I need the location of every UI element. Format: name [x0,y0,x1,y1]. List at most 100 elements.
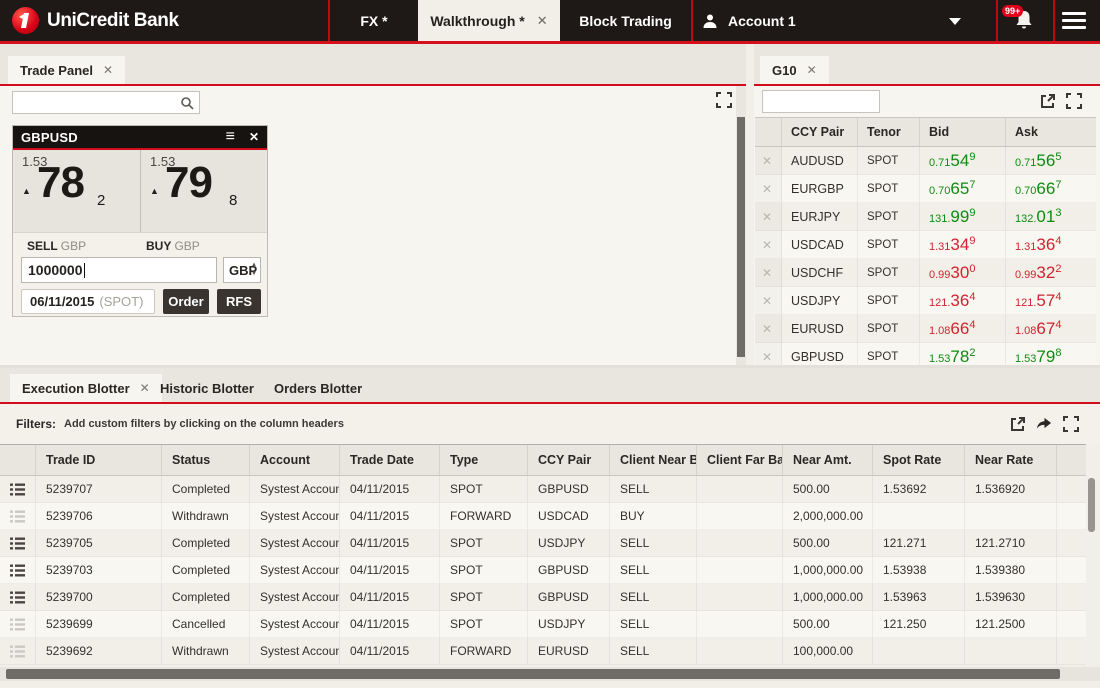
row-menu-icon[interactable] [10,510,25,523]
value-date-input[interactable]: 06/11/2015 (SPOT) [21,289,155,314]
topbar-tab-walkthrough[interactable]: Walkthrough * ✕ [418,0,560,41]
tab-orders-blotter[interactable]: Orders Blotter [262,374,374,402]
column-header-ask[interactable]: Ask [1006,118,1096,146]
blotter-vertical-scrollbar[interactable] [1086,476,1097,665]
tab-historic-blotter[interactable]: Historic Blotter [148,374,266,402]
remove-pair-button[interactable]: ✕ [755,343,782,365]
blotter-row[interactable]: 5239707 Completed Systest Account 04/11/201… [0,476,1086,503]
close-tab-icon[interactable]: ✕ [103,63,113,77]
blotter-column-header[interactable]: Type [440,445,528,475]
remove-pair-button[interactable]: ✕ [755,287,782,315]
ask-cell[interactable]: 0.71565 [1006,147,1096,175]
currency-selector[interactable]: GBP ▲ ▼ [223,257,261,283]
remove-pair-button[interactable]: ✕ [755,315,782,343]
row-menu-icon[interactable] [10,591,25,604]
row-menu-cell[interactable] [0,476,36,503]
blotter-column-header[interactable]: Client Near Base [610,445,697,475]
blotter-row[interactable]: 5239692 Withdrawn Systest Account 04/11/201… [0,638,1086,665]
blotter-column-header[interactable]: Spot Rate [873,445,965,475]
remove-pair-button[interactable]: ✕ [755,147,782,175]
row-menu-cell[interactable] [0,638,36,665]
blotter-horizontal-scrollbar[interactable] [0,667,1100,681]
blotter-row[interactable]: 5239703 Completed Systest Account 04/11/201… [0,557,1086,584]
blotter-column-header[interactable]: Trade Date [340,445,440,475]
tab-g10[interactable]: G10 ✕ [760,56,829,84]
scrollbar-thumb[interactable] [1088,478,1095,532]
trade-panel-search[interactable] [12,91,200,114]
ticket-menu-icon[interactable]: ≡ [226,129,235,145]
ticket-close-icon[interactable]: ✕ [249,130,259,144]
row-menu-icon[interactable] [10,645,25,658]
blotter-row[interactable]: 5239705 Completed Systest Account 04/11/201… [0,530,1086,557]
fullscreen-icon[interactable] [1066,93,1082,109]
share-icon[interactable] [1036,415,1052,431]
blotter-column-header[interactable]: Status [162,445,250,475]
fullscreen-icon[interactable] [716,92,732,108]
sell-price-tile[interactable]: 1.53 ▲ 78 2 [13,150,140,232]
blotter-row[interactable]: 5239706 Withdrawn Systest Account 04/11/201… [0,503,1086,530]
main-menu-button[interactable] [1062,12,1086,29]
blotter-column-header[interactable]: Near Amt. [783,445,873,475]
row-menu-cell[interactable] [0,584,36,611]
close-tab-icon[interactable]: ✕ [807,63,817,77]
remove-pair-button[interactable]: ✕ [755,259,782,287]
ask-cell[interactable]: 1.53798 [1006,343,1096,366]
row-menu-icon[interactable] [10,564,25,577]
g10-row[interactable]: ✕ USDCHF SPOT 0.99300 0.99322 [755,259,1096,287]
row-menu-cell[interactable] [0,557,36,584]
bid-cell[interactable]: 1.31349 [920,231,1006,259]
bid-cell[interactable]: 121.364 [920,287,1006,315]
trade-panel-scrollbar[interactable] [736,86,746,365]
column-header-ccy-pair[interactable]: CCY Pair [782,118,858,146]
row-menu-icon[interactable] [10,537,25,550]
blotter-column-header[interactable]: Trade ID [36,445,162,475]
ask-cell[interactable]: 132.013 [1006,203,1096,231]
search-input[interactable] [13,92,199,113]
pop-out-icon[interactable] [1010,416,1026,432]
topbar-tab-block-trading[interactable]: Block Trading [560,0,691,41]
remove-pair-button[interactable]: ✕ [755,175,782,203]
bid-cell[interactable]: 0.70657 [920,175,1006,203]
tab-execution-blotter[interactable]: Execution Blotter ✕ [10,374,162,402]
bid-cell[interactable]: 0.71549 [920,147,1006,175]
row-menu-cell[interactable] [0,530,36,557]
bid-cell[interactable]: 1.53782 [920,343,1006,365]
fullscreen-icon[interactable] [1063,416,1079,432]
row-menu-cell[interactable] [0,611,36,638]
blotter-column-header[interactable]: Near Rate [965,445,1057,475]
order-button[interactable]: Order [163,289,209,314]
blotter-column-header[interactable]: CCY Pair [528,445,610,475]
g10-row[interactable]: ✕ USDJPY SPOT 121.364 121.574 [755,287,1096,315]
blotter-row[interactable]: 5239699 Cancelled Systest Account 04/11/201… [0,611,1086,638]
g10-row[interactable]: ✕ EURGBP SPOT 0.70657 0.70667 [755,175,1096,203]
row-menu-cell[interactable] [0,503,36,530]
row-menu-icon[interactable] [10,483,25,496]
blotter-column-header[interactable]: Client Far Base [697,445,783,475]
blotter-row[interactable]: 5239700 Completed Systest Account 04/11/201… [0,584,1086,611]
column-header-tenor[interactable]: Tenor [858,118,920,146]
g10-row[interactable]: ✕ EURUSD SPOT 1.08664 1.08674 [755,315,1096,343]
row-menu-icon[interactable] [10,618,25,631]
g10-row[interactable]: ✕ EURJPY SPOT 131.999 132.013 [755,203,1096,231]
bid-cell[interactable]: 131.999 [920,203,1006,231]
column-header-bid[interactable]: Bid [920,118,1006,146]
ask-cell[interactable]: 1.08674 [1006,315,1096,343]
buy-price-tile[interactable]: 1.53 ▲ 79 8 [140,150,267,232]
topbar-tab-fx[interactable]: FX * [330,0,418,41]
scrollbar-thumb[interactable] [6,669,1060,679]
bid-cell[interactable]: 0.99300 [920,259,1006,287]
search-input[interactable] [763,91,879,112]
amount-input[interactable]: 1000000 [21,257,217,283]
ask-cell[interactable]: 0.99322 [1006,259,1096,287]
pop-out-icon[interactable] [1040,93,1056,109]
rfs-button[interactable]: RFS [217,289,261,314]
g10-row[interactable]: ✕ USDCAD SPOT 1.31349 1.31364 [755,231,1096,259]
g10-row[interactable]: ✕ GBPUSD SPOT 1.53782 1.53798 [755,343,1096,365]
g10-search[interactable] [762,90,880,113]
ticket-header[interactable]: GBPUSD ≡ ✕ [13,126,267,150]
ask-cell[interactable]: 0.70667 [1006,175,1096,203]
remove-pair-button[interactable]: ✕ [755,203,782,231]
bid-cell[interactable]: 1.08664 [920,315,1006,343]
tab-trade-panel[interactable]: Trade Panel ✕ [8,56,126,84]
ask-cell[interactable]: 121.574 [1006,287,1096,315]
